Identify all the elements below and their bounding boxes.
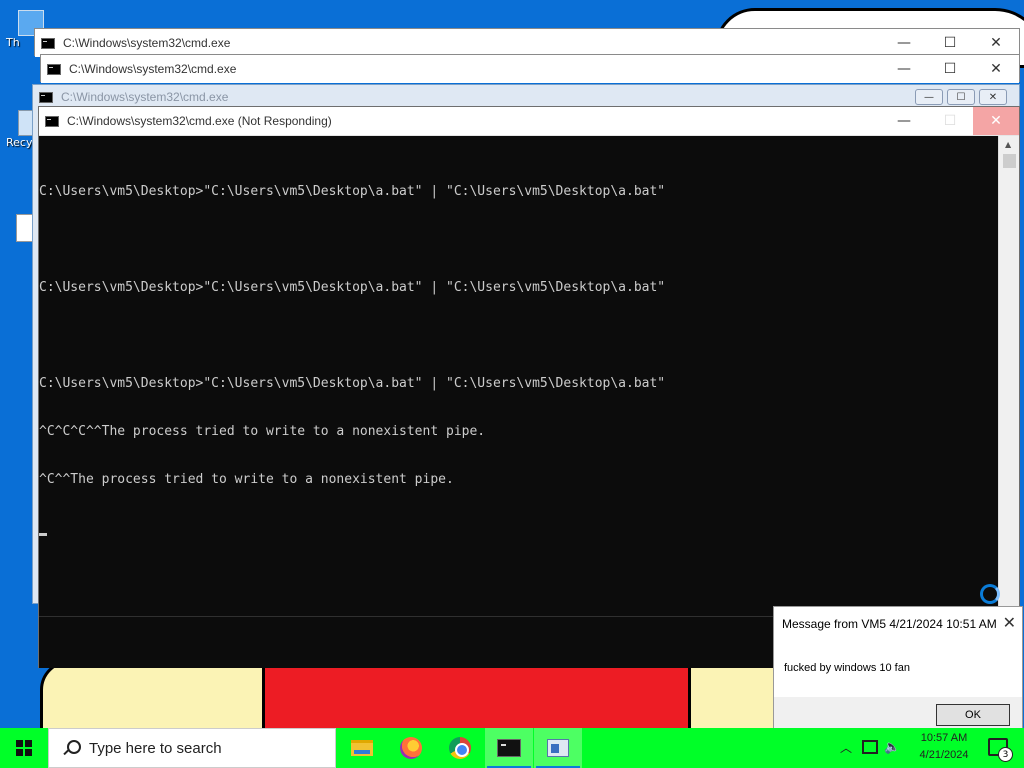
cmd-icon [39,91,53,103]
maximize-button[interactable]: ☐ [947,89,975,105]
close-icon[interactable]: ✕ [1003,613,1016,633]
firefox-icon [400,737,422,759]
wallpaper-shape [688,660,778,728]
console-line: ^C^C^C^^The process tried to write to a … [39,424,486,439]
taskbar-control-panel[interactable] [534,728,582,768]
taskbar-chrome[interactable] [436,728,484,768]
cmd-window[interactable]: C:\Windows\system32\cmd.exe — ☐ ✕ [40,54,1020,83]
window-title: C:\Windows\system32\cmd.exe [63,36,231,50]
volume-muted-icon[interactable]: 🔈 [884,740,900,755]
minimize-button[interactable]: — [881,55,927,83]
cmd-icon [41,37,55,49]
maximize-button[interactable]: ☐ [927,29,973,57]
taskbar: Type here to search ︿ 🔈 10:57 AM 4/21/20… [0,728,1024,768]
cmd-icon [47,63,61,75]
scroll-up-icon[interactable]: ▲ [1005,140,1011,149]
taskbar-firefox[interactable] [387,728,435,768]
vertical-scrollbar[interactable]: ▲ [998,136,1019,616]
title-bar[interactable]: C:\Windows\system32\cmd.exe — ☐ ✕ [41,55,1019,83]
chrome-icon [449,737,471,759]
ok-button[interactable]: OK [936,704,1010,726]
taskbar-cmd[interactable] [485,728,533,768]
search-icon [63,740,81,756]
close-button[interactable]: ✕ [973,55,1019,83]
console-cursor-line [39,520,999,536]
message-header: Message from VM5 4/21/2024 10:51 AM [782,617,997,631]
window-title: C:\Windows\system32\cmd.exe (Not Respond… [67,114,332,128]
clock[interactable]: 10:57 AM 4/21/2024 [912,730,976,764]
cmd-window[interactable]: C:\Windows\system32\cmd.exe — ☐ ✕ [34,28,1020,57]
wallpaper-shape [262,660,692,728]
clock-time: 10:57 AM [920,732,968,744]
clock-date: 4/21/2024 [919,749,969,761]
window-title: C:\Windows\system32\cmd.exe [61,90,229,104]
cmd-icon [45,115,59,127]
console-line: C:\Users\vm5\Desktop>"C:\Users\vm5\Deskt… [39,376,666,391]
desktop-icon-label: Recy [6,136,33,149]
title-bar[interactable]: C:\Windows\system32\cmd.exe — ☐ ✕ [35,29,1019,57]
cmd-icon [497,739,521,757]
control-panel-icon [547,739,569,757]
desktop-icon-label: Th [6,36,20,49]
console-line: C:\Users\vm5\Desktop>"C:\Users\vm5\Deskt… [39,184,666,199]
minimize-button[interactable]: — [881,107,927,135]
windows-logo-icon [16,740,32,756]
message-dialog[interactable]: Message from VM5 4/21/2024 10:51 AM ✕ fu… [773,606,1023,740]
cmd-window-not-responding[interactable]: C:\Windows\system32\cmd.exe (Not Respond… [38,106,1020,668]
window-title: C:\Windows\system32\cmd.exe [69,62,237,76]
notification-count-badge: 3 [998,747,1013,762]
console-output[interactable]: C:\Users\vm5\Desktop>"C:\Users\vm5\Deskt… [39,136,999,616]
minimize-button[interactable]: — [915,89,943,105]
show-hidden-icons-icon[interactable]: ︿ [840,739,852,756]
wallpaper-shape [40,660,270,728]
search-placeholder: Type here to search [89,739,222,757]
taskbar-file-explorer[interactable] [338,728,386,768]
console-line: ^C^^The process tried to write to a none… [39,472,454,487]
start-button[interactable] [0,728,48,768]
text-cursor [39,533,47,536]
close-button[interactable]: ✕ [973,29,1019,57]
maximize-button[interactable]: ☐ [927,55,973,83]
maximize-button[interactable]: ☐ [927,107,973,135]
close-button[interactable]: ✕ [979,89,1007,105]
network-icon[interactable] [862,740,878,754]
scroll-thumb[interactable] [1003,154,1016,168]
minimize-button[interactable]: — [881,29,927,57]
search-box[interactable]: Type here to search [48,728,336,768]
folder-icon [351,740,373,756]
message-body: fucked by windows 10 fan [784,662,910,674]
title-bar[interactable]: C:\Windows\system32\cmd.exe (Not Respond… [39,107,1019,136]
console-line: C:\Users\vm5\Desktop>"C:\Users\vm5\Deskt… [39,280,666,295]
close-button[interactable]: ✕ [973,107,1019,135]
busy-cursor-icon [980,584,1000,604]
